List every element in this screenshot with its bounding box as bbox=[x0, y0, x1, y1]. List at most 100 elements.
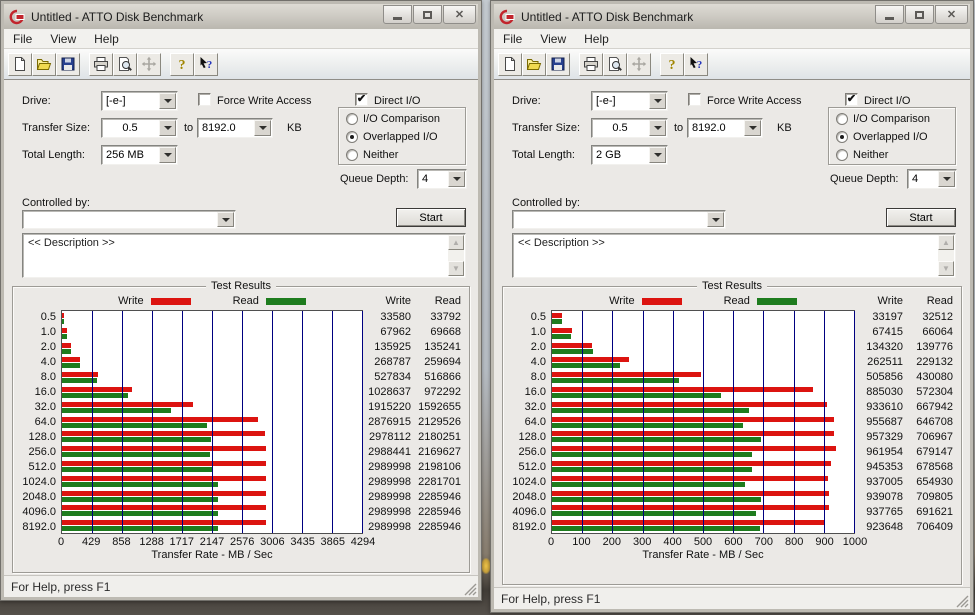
menu-file[interactable]: File bbox=[494, 30, 531, 48]
menu-file[interactable]: File bbox=[4, 30, 41, 48]
menu-view[interactable]: View bbox=[41, 30, 85, 48]
context-help-button[interactable]: ? bbox=[684, 52, 708, 76]
maximize-button[interactable] bbox=[905, 5, 934, 24]
direct-io-checkbox[interactable] bbox=[355, 93, 368, 106]
save-button[interactable] bbox=[56, 52, 80, 76]
open-file-button[interactable] bbox=[32, 52, 56, 76]
chevron-down-icon[interactable] bbox=[217, 212, 234, 227]
scroll-down-icon[interactable]: ▼ bbox=[448, 261, 464, 276]
help-button[interactable]: ? bbox=[170, 52, 194, 76]
new-document-icon bbox=[505, 57, 515, 71]
scroll-down-icon[interactable]: ▼ bbox=[938, 261, 954, 276]
total-length-select[interactable]: 256 MB bbox=[101, 145, 178, 165]
titlebar[interactable]: Untitled - ATTO Disk Benchmark ✕ bbox=[4, 4, 478, 29]
drive-label: Drive: bbox=[512, 95, 541, 107]
y-axis-label: 32.0 bbox=[524, 401, 546, 414]
read-bar bbox=[62, 363, 80, 369]
drive-select[interactable]: [-e-] bbox=[101, 91, 178, 111]
move-button[interactable] bbox=[627, 52, 651, 76]
context-help-button[interactable]: ? bbox=[194, 52, 218, 76]
x-axis-tick: 1288 bbox=[139, 536, 164, 548]
write-value: 885030 bbox=[866, 386, 903, 399]
minimize-button[interactable] bbox=[383, 5, 412, 24]
scroll-up-icon[interactable]: ▲ bbox=[448, 235, 464, 250]
x-axis-ticks: 0 100 200 300 400 500 600 700 800 900 1000 bbox=[548, 534, 867, 549]
menu-help[interactable]: Help bbox=[85, 30, 128, 48]
force-write-access-checkbox[interactable] bbox=[688, 93, 701, 106]
chevron-down-icon[interactable] bbox=[938, 171, 955, 187]
scroll-up-icon[interactable]: ▲ bbox=[938, 235, 954, 250]
read-value: 32512 bbox=[922, 311, 953, 324]
chevron-down-icon[interactable] bbox=[159, 93, 176, 109]
chevron-down-icon[interactable] bbox=[649, 93, 666, 109]
chevron-down-icon[interactable] bbox=[159, 147, 176, 163]
menu-help[interactable]: Help bbox=[575, 30, 618, 48]
description-field[interactable]: << Description >> ▲ ▼ bbox=[22, 233, 466, 278]
chevron-down-icon[interactable] bbox=[707, 212, 724, 227]
start-button[interactable]: Start bbox=[396, 208, 466, 227]
minimize-button[interactable] bbox=[875, 5, 904, 24]
print-preview-button[interactable] bbox=[113, 52, 137, 76]
write-value: 527834 bbox=[374, 371, 411, 384]
titlebar[interactable]: Untitled - ATTO Disk Benchmark ✕ bbox=[494, 4, 970, 29]
drive-select[interactable]: [-e-] bbox=[591, 91, 668, 111]
neither-radio[interactable] bbox=[346, 149, 358, 161]
app-window: Untitled - ATTO Disk Benchmark ✕ File Vi… bbox=[0, 0, 482, 601]
y-axis-label: 4.0 bbox=[40, 356, 56, 369]
transfer-size-to-select[interactable]: 8192.0 bbox=[197, 118, 273, 138]
resize-grip-icon[interactable] bbox=[464, 583, 477, 596]
transfer-size-from-select[interactable]: 0.5 bbox=[591, 118, 668, 138]
move-arrows-icon bbox=[631, 56, 647, 72]
queue-depth-select[interactable]: 4 bbox=[417, 169, 467, 189]
y-axis-label: 0.5 bbox=[40, 311, 56, 324]
transfer-size-label: Transfer Size: bbox=[22, 122, 91, 134]
close-button[interactable]: ✕ bbox=[935, 5, 968, 24]
menu-view[interactable]: View bbox=[531, 30, 575, 48]
overlapped-io-label: Overlapped I/O bbox=[363, 131, 438, 143]
print-preview-button[interactable] bbox=[603, 52, 627, 76]
help-button[interactable]: ? bbox=[660, 52, 684, 76]
description-scrollbar[interactable]: ▲ ▼ bbox=[448, 235, 464, 276]
maximize-button[interactable] bbox=[413, 5, 442, 24]
chevron-down-icon[interactable] bbox=[159, 120, 176, 136]
y-axis-label: 2048.0 bbox=[512, 490, 546, 503]
chevron-down-icon[interactable] bbox=[649, 147, 666, 163]
chevron-down-icon[interactable] bbox=[254, 120, 271, 136]
description-scrollbar[interactable]: ▲ ▼ bbox=[938, 235, 954, 276]
transfer-size-from-select[interactable]: 0.5 bbox=[101, 118, 178, 138]
controlled-by-select[interactable] bbox=[512, 210, 726, 229]
resize-grip-icon[interactable] bbox=[956, 595, 969, 608]
write-bar bbox=[552, 490, 829, 496]
new-file-button[interactable] bbox=[498, 52, 522, 76]
open-file-button[interactable] bbox=[522, 52, 546, 76]
close-button[interactable]: ✕ bbox=[443, 5, 476, 24]
controlled-by-select[interactable] bbox=[22, 210, 236, 229]
chevron-down-icon[interactable] bbox=[744, 120, 761, 136]
queue-depth-select[interactable]: 4 bbox=[907, 169, 957, 189]
move-button[interactable] bbox=[137, 52, 161, 76]
io-comparison-radio[interactable] bbox=[346, 113, 358, 125]
io-comparison-radio[interactable] bbox=[836, 113, 848, 125]
description-field[interactable]: << Description >> ▲ ▼ bbox=[512, 233, 956, 278]
overlapped-io-radio[interactable] bbox=[346, 131, 358, 143]
print-button[interactable] bbox=[579, 52, 603, 76]
direct-io-checkbox[interactable] bbox=[845, 93, 858, 106]
test-results-title: Test Results bbox=[697, 280, 767, 292]
total-length-select[interactable]: 2 GB bbox=[591, 145, 668, 165]
gridline bbox=[242, 311, 243, 533]
print-button[interactable] bbox=[89, 52, 113, 76]
transfer-size-to-select[interactable]: 8192.0 bbox=[687, 118, 763, 138]
save-button[interactable] bbox=[546, 52, 570, 76]
controlled-by-label: Controlled by: bbox=[22, 197, 90, 209]
read-value: 259694 bbox=[424, 356, 461, 369]
neither-radio[interactable] bbox=[836, 149, 848, 161]
write-value: 505856 bbox=[866, 371, 903, 384]
new-document-icon bbox=[15, 57, 25, 71]
start-button[interactable]: Start bbox=[886, 208, 956, 227]
overlapped-io-radio[interactable] bbox=[836, 131, 848, 143]
write-value: 961954 bbox=[866, 445, 903, 458]
force-write-access-checkbox[interactable] bbox=[198, 93, 211, 106]
new-file-button[interactable] bbox=[8, 52, 32, 76]
chevron-down-icon[interactable] bbox=[448, 171, 465, 187]
chevron-down-icon[interactable] bbox=[649, 120, 666, 136]
